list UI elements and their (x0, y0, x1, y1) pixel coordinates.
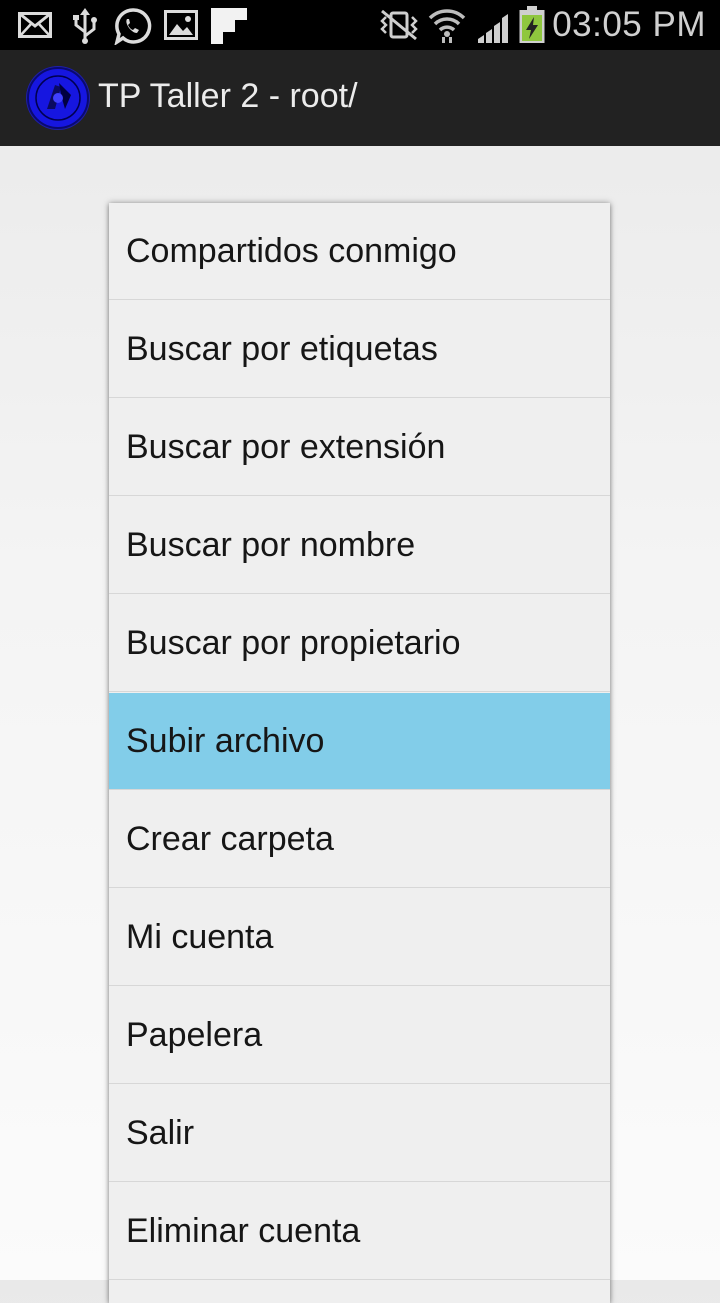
menu-item-buscar-por-propietario[interactable]: Buscar por propietario (109, 595, 610, 692)
menu-item-buscar-por-extension[interactable]: Buscar por extensión (109, 399, 610, 496)
menu-item-buscar-por-nombre[interactable]: Buscar por nombre (109, 497, 610, 594)
wifi-icon (428, 6, 466, 43)
usb-icon (72, 8, 98, 44)
app-title: TP Taller 2 - root/ (98, 77, 358, 115)
app-logo-icon[interactable] (25, 65, 91, 131)
menu-item-salir[interactable]: Salir (109, 1085, 610, 1182)
menu-item-subir-archivo[interactable]: Subir archivo (109, 693, 610, 790)
flipboard-icon (211, 8, 247, 44)
action-bar: TP Taller 2 - root/ (0, 50, 720, 146)
menu-item-mi-cuenta[interactable]: Mi cuenta (109, 889, 610, 986)
menu-item-eliminar-cuenta[interactable]: Eliminar cuenta (109, 1183, 610, 1280)
gallery-icon (164, 10, 198, 44)
mail-icon (18, 12, 52, 46)
menu-item-crear-carpeta[interactable]: Crear carpeta (109, 791, 610, 888)
status-bar: 03:05 PM (0, 0, 720, 50)
vibrate-icon (378, 9, 420, 43)
status-clock: 03:05 PM (552, 5, 706, 44)
menu-item-compartidos-conmigo[interactable]: Compartidos conmigo (109, 203, 610, 300)
signal-icon (476, 9, 512, 43)
menu-item-buscar-por-etiquetas[interactable]: Buscar por etiquetas (109, 301, 610, 398)
options-menu: Compartidos conmigo Buscar por etiquetas… (109, 203, 610, 1303)
menu-item-papelera[interactable]: Papelera (109, 987, 610, 1084)
whatsapp-icon (114, 7, 152, 45)
battery-charging-icon (518, 6, 546, 43)
